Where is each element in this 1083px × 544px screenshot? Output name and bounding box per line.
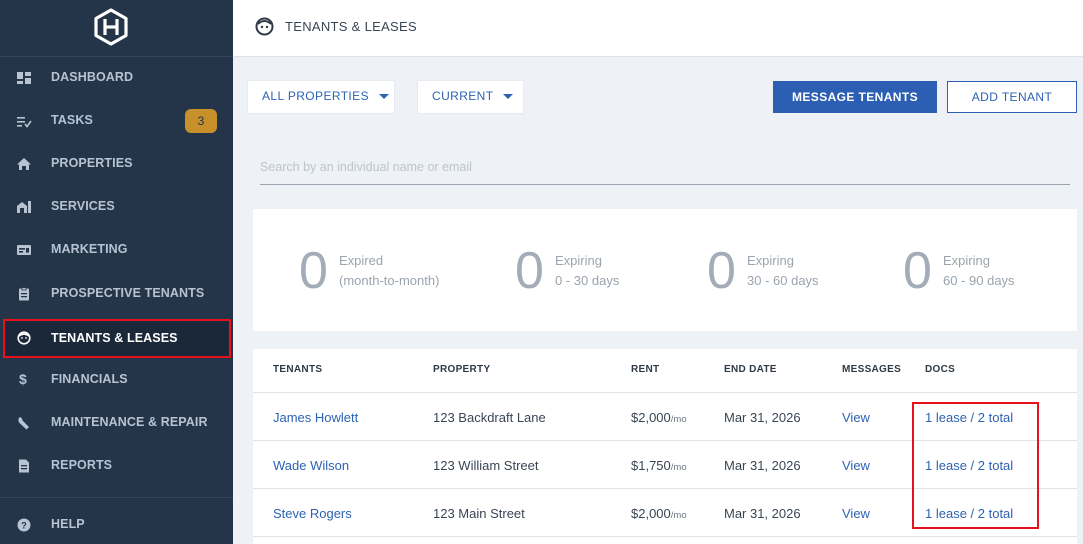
property-filter-label: ALL PROPERTIES (262, 89, 369, 103)
help-icon: ? (17, 518, 31, 532)
wrench-icon (18, 417, 29, 430)
face-icon (255, 17, 274, 36)
stat-sublabel: 60 - 90 days (943, 273, 1015, 288)
tenant-name-link[interactable]: Steve Rogers (273, 506, 352, 521)
tasks-icon (17, 117, 32, 128)
search-input[interactable] (260, 150, 1070, 185)
end-date: Mar 31, 2026 (724, 506, 801, 521)
view-messages-link[interactable]: View (842, 458, 870, 473)
sidebar-item-financials[interactable]: $ FINANCIALS (0, 362, 233, 398)
tenant-name-link[interactable]: James Howlett (273, 410, 358, 425)
rent-amount: $1,750/mo (631, 458, 687, 473)
sidebar-item-tenants-leases[interactable]: TENANTS & LEASES (3, 319, 231, 358)
column-header-rent[interactable]: RENT (631, 364, 659, 375)
sidebar-item-label: FINANCIALS (51, 372, 128, 386)
rent-period: /mo (670, 510, 687, 521)
sidebar-item-dashboard[interactable]: DASHBOARD (0, 60, 233, 96)
sidebar-item-label: MARKETING (51, 242, 128, 256)
services-icon (17, 201, 31, 213)
property-filter-dropdown[interactable]: ALL PROPERTIES (248, 81, 394, 113)
stat-sublabel: (month-to-month) (339, 273, 440, 288)
sidebar-item-label: PROPERTIES (51, 156, 133, 170)
caret-down-icon (378, 94, 389, 100)
sidebar-item-label: SERVICES (51, 199, 115, 213)
docs-link[interactable]: 1 lease / 2 total (925, 410, 1013, 425)
status-filter-dropdown[interactable]: CURRENT (418, 81, 523, 113)
rent-value: $1,750 (631, 458, 671, 473)
sidebar-item-label: PROSPECTIVE TENANTS (51, 286, 205, 300)
sidebar-item-help[interactable]: ? HELP (0, 507, 233, 543)
tenant-name-link[interactable]: Wade Wilson (273, 458, 349, 473)
property-address: 123 Main Street (433, 506, 525, 521)
docs-link[interactable]: 1 lease / 2 total (925, 506, 1013, 521)
sidebar-item-label: TASKS (51, 113, 93, 127)
stat-label: Expiring (943, 253, 990, 268)
page-title: TENANTS & LEASES (285, 19, 417, 34)
view-messages-link[interactable]: View (842, 410, 870, 425)
sidebar-item-label: TENANTS & LEASES (51, 331, 178, 345)
sidebar-item-services[interactable]: SERVICES (0, 189, 233, 225)
table-row: Steve Rogers 123 Main Street $2,000/mo M… (253, 488, 1077, 536)
sidebar-item-reports[interactable]: REPORTS (0, 448, 233, 484)
sidebar-item-maintenance-repair[interactable]: MAINTENANCE & REPAIR (0, 405, 233, 441)
dollar-icon: $ (19, 371, 27, 387)
document-icon (19, 459, 29, 473)
rent-period: /mo (670, 414, 687, 425)
add-tenant-button[interactable]: ADD TENANT (947, 81, 1077, 113)
sidebar: DASHBOARD TASKS 3 PROPERTIES SERVICES MA… (0, 0, 233, 544)
marketing-icon (17, 245, 31, 255)
sidebar-item-properties[interactable]: PROPERTIES (0, 146, 233, 182)
face-icon (17, 331, 31, 345)
docs-link[interactable]: 1 lease / 2 total (925, 458, 1013, 473)
caret-down-icon (503, 94, 514, 100)
stat-value: 0 (515, 242, 544, 300)
rent-value: $2,000 (631, 506, 671, 521)
tasks-count-badge: 3 (185, 109, 217, 133)
sidebar-item-label: REPORTS (51, 458, 113, 472)
rent-period: /mo (670, 462, 687, 473)
sidebar-divider (0, 497, 233, 498)
column-header-docs[interactable]: DOCS (925, 364, 955, 375)
end-date: Mar 31, 2026 (724, 410, 801, 425)
column-header-property[interactable]: PROPERTY (433, 364, 490, 375)
lease-stats-card: 0 Expired (month-to-month) 0 Expiring 0 … (253, 209, 1077, 331)
stat-value: 0 (903, 242, 932, 300)
column-header-end-date[interactable]: END DATE (724, 364, 777, 375)
rent-amount: $2,000/mo (631, 506, 687, 521)
column-header-tenants[interactable]: TENANTS (273, 364, 322, 375)
end-date: Mar 31, 2026 (724, 458, 801, 473)
dashboard-icon (17, 72, 31, 84)
sidebar-item-tasks[interactable]: TASKS 3 (0, 103, 233, 139)
rent-value: $2,000 (631, 410, 671, 425)
table-row: Wade Wilson 123 William Street $1,750/mo… (253, 440, 1077, 488)
message-tenants-button[interactable]: MESSAGE TENANTS (773, 81, 937, 113)
stat-value: 0 (707, 242, 736, 300)
app-logo-icon[interactable] (92, 8, 130, 46)
sidebar-item-label: MAINTENANCE & REPAIR (51, 415, 208, 429)
sidebar-divider (0, 56, 233, 57)
property-address: 123 William Street (433, 458, 539, 473)
table-row-divider (253, 536, 1077, 544)
sidebar-item-label: HELP (51, 517, 85, 531)
stat-sublabel: 30 - 60 days (747, 273, 819, 288)
page-header: TENANTS & LEASES (233, 0, 1083, 57)
table-row: James Howlett 123 Backdraft Lane $2,000/… (253, 392, 1077, 440)
clipboard-icon (19, 287, 29, 301)
stat-label: Expiring (555, 253, 602, 268)
rent-amount: $2,000/mo (631, 410, 687, 425)
view-messages-link[interactable]: View (842, 506, 870, 521)
svg-text:?: ? (21, 521, 27, 531)
status-filter-label: CURRENT (432, 89, 494, 103)
column-header-messages[interactable]: MESSAGES (842, 364, 901, 375)
property-address: 123 Backdraft Lane (433, 410, 546, 425)
stat-label: Expiring (747, 253, 794, 268)
home-icon (17, 158, 31, 170)
sidebar-item-prospective-tenants[interactable]: PROSPECTIVE TENANTS (0, 276, 233, 312)
stat-label: Expired (339, 253, 384, 268)
sidebar-item-label: DASHBOARD (51, 70, 134, 84)
stat-sublabel: 0 - 30 days (555, 273, 620, 288)
tenants-table: TENANTS PROPERTY RENT END DATE MESSAGES … (253, 349, 1077, 544)
sidebar-item-marketing[interactable]: MARKETING (0, 232, 233, 268)
stat-value: 0 (299, 242, 328, 300)
